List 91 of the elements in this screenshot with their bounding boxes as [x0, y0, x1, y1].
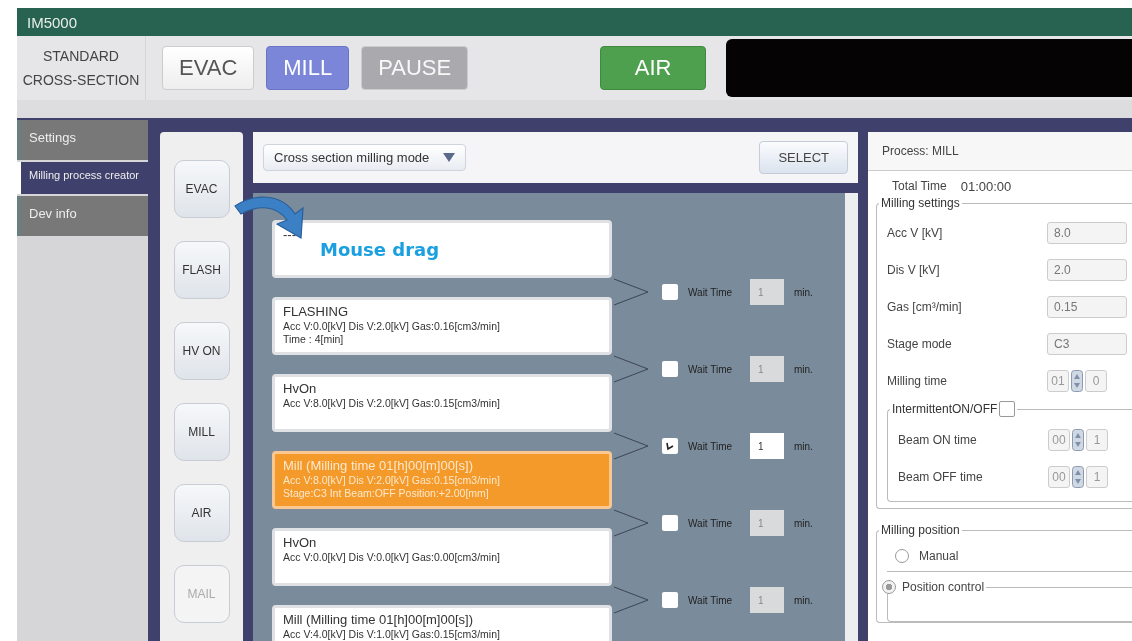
- step-button[interactable]: MILL: [173, 403, 230, 461]
- radio-button[interactable]: [882, 580, 896, 594]
- option-label: Manual: [919, 549, 959, 563]
- step-detail: Acc V:4.0[kV] Dis V:1.0[kV] Gas:0.15[cm3/min]: [283, 628, 501, 641]
- step-button[interactable]: HV ON: [173, 322, 230, 380]
- field-label: Stage mode: [887, 336, 953, 351]
- wait-time-label: Wait Time: [688, 363, 734, 375]
- connector-chevron: [614, 355, 650, 383]
- unit-label: min.: [794, 363, 813, 375]
- step-title: FLASHING: [283, 304, 349, 320]
- process-step-card[interactable]: HvOn Acc V:0.0[kV] Dis V:0.0[kV] Gas:0.00[cm3/min]: [272, 528, 612, 586]
- minute-field[interactable]: 1: [1086, 428, 1108, 451]
- group-title: Milling position: [880, 523, 961, 537]
- step-title: Mill (Milling time 01[h]00[m]00[s]): [283, 612, 474, 628]
- value-field[interactable]: C3: [1047, 332, 1127, 355]
- unit-label: min.: [794, 440, 813, 452]
- checkbox[interactable]: [662, 515, 678, 531]
- step-detail: Acc V:0.0[kV] Dis V:2.0[kV] Gas:0.16[cm3/min]: [283, 320, 501, 333]
- process-step-card[interactable]: Mill (Milling time 01[h]00[m]00[s]) Acc V:4.0[kV] Dis V:1.0[kV] Gas:0.15[cm3/min]: [272, 605, 612, 641]
- select-button[interactable]: SELECT: [759, 141, 848, 174]
- wait-time-label: Wait Time: [688, 517, 734, 529]
- group-title: IntermittentON/OFF: [890, 401, 1018, 417]
- wait-time-field[interactable]: 1: [750, 433, 784, 459]
- minute-field[interactable]: 0: [1085, 369, 1107, 392]
- wait-time-field[interactable]: 1: [750, 587, 784, 613]
- connector-chevron: [614, 278, 650, 306]
- value-field[interactable]: 2.0: [1047, 258, 1127, 281]
- process-step-card[interactable]: HvOn Acc V:8.0[kV] Dis V:2.0[kV] Gas:0.15[cm3/min]: [272, 374, 612, 432]
- process-label: Process: MILL: [882, 144, 959, 158]
- sidebar-tab[interactable]: Dev info: [17, 196, 148, 236]
- step-detail: Acc V:8.0[kV] Dis V:2.0[kV] Gas:0.15[cm3/min]: [283, 397, 501, 410]
- field-label: Gas [cm³/min]: [887, 299, 963, 314]
- minute-field[interactable]: 1: [1086, 465, 1108, 488]
- hour-field[interactable]: 01: [1047, 369, 1069, 392]
- wait-time-field[interactable]: 1: [750, 510, 784, 536]
- step-title: HvOn: [283, 381, 318, 397]
- window-title: IM5000: [27, 13, 78, 31]
- hour-field[interactable]: 00: [1048, 428, 1070, 451]
- total-time-value: 01:00:00: [960, 179, 1012, 194]
- step-button[interactable]: FLASH: [173, 241, 230, 299]
- unit-label: min.: [794, 594, 813, 606]
- spinner-icon[interactable]: [1071, 369, 1083, 392]
- value-field[interactable]: 8.0: [1047, 221, 1127, 244]
- wait-time-label: Wait Time: [688, 286, 734, 298]
- connector-chevron: [614, 432, 650, 460]
- radio-button[interactable]: [895, 549, 909, 563]
- field-label: Acc V [kV]: [887, 225, 944, 240]
- annotation-text: Mouse drag: [320, 239, 440, 260]
- wait-time-label: Wait Time: [688, 594, 734, 606]
- process-step-card[interactable]: FLASHING Acc V:0.0[kV] Dis V:2.0[kV] Gas:0.16[cm3/min] Time : 4[min]: [272, 297, 612, 355]
- field-label: Dis V [kV]: [887, 262, 941, 277]
- step-title: HvOn: [283, 535, 318, 551]
- step-title: ---: [283, 227, 297, 243]
- step-title: Mill (Milling time 01[h]00[m]00[s]): [283, 458, 474, 474]
- step-detail: Time : 4[min]: [283, 333, 345, 346]
- mode-dropdown[interactable]: Cross section milling mode: [263, 144, 467, 171]
- spinner-icon[interactable]: [1072, 428, 1084, 451]
- checkbox[interactable]: [662, 438, 678, 454]
- wait-time-field[interactable]: 1: [750, 356, 784, 382]
- spinner-icon[interactable]: [1072, 465, 1084, 488]
- check-icon: [665, 441, 675, 451]
- checkbox[interactable]: [662, 592, 678, 608]
- sidebar-tab[interactable]: Milling process creator: [17, 162, 148, 194]
- step-detail: Acc V:8.0[kV] Dis V:2.0[kV] Gas:0.15[cm3/min]: [283, 474, 501, 487]
- scrollbar[interactable]: [845, 193, 858, 641]
- wait-time-label: Wait Time: [688, 440, 734, 452]
- step-detail: Acc V:0.0[kV] Dis V:0.0[kV] Gas:0.00[cm3/min]: [283, 551, 501, 564]
- unit-label: min.: [794, 517, 813, 529]
- step-button[interactable]: AIR: [173, 484, 230, 542]
- step-button[interactable]: EVAC: [173, 160, 230, 218]
- connector-chevron: [614, 509, 650, 537]
- step-detail: Stage:C3 Int Beam:OFF Position:+2.00[mm]: [283, 487, 490, 500]
- checkbox[interactable]: [662, 361, 678, 377]
- field-label: Milling time: [887, 373, 948, 388]
- option-label: Position control: [902, 580, 985, 594]
- dropdown-arrow-icon: [443, 153, 456, 162]
- wait-time-field[interactable]: 1: [750, 279, 784, 305]
- connector-chevron: [614, 586, 650, 614]
- value-field[interactable]: 0.15: [1047, 295, 1127, 318]
- total-time-label: Total Time: [892, 179, 947, 194]
- checkbox[interactable]: [662, 284, 678, 300]
- command-button[interactable]: AIR: [600, 46, 707, 90]
- command-button[interactable]: EVAC: [162, 46, 255, 90]
- checkbox[interactable]: [999, 401, 1016, 417]
- command-button[interactable]: MILL: [266, 46, 350, 90]
- field-label: Beam OFF time: [898, 469, 984, 484]
- group-title: Milling settings: [880, 196, 961, 210]
- hour-field[interactable]: 00: [1048, 465, 1070, 488]
- sidebar-tab[interactable]: Settings: [17, 120, 148, 160]
- field-label: Beam ON time: [898, 432, 978, 447]
- unit-label: min.: [794, 286, 813, 298]
